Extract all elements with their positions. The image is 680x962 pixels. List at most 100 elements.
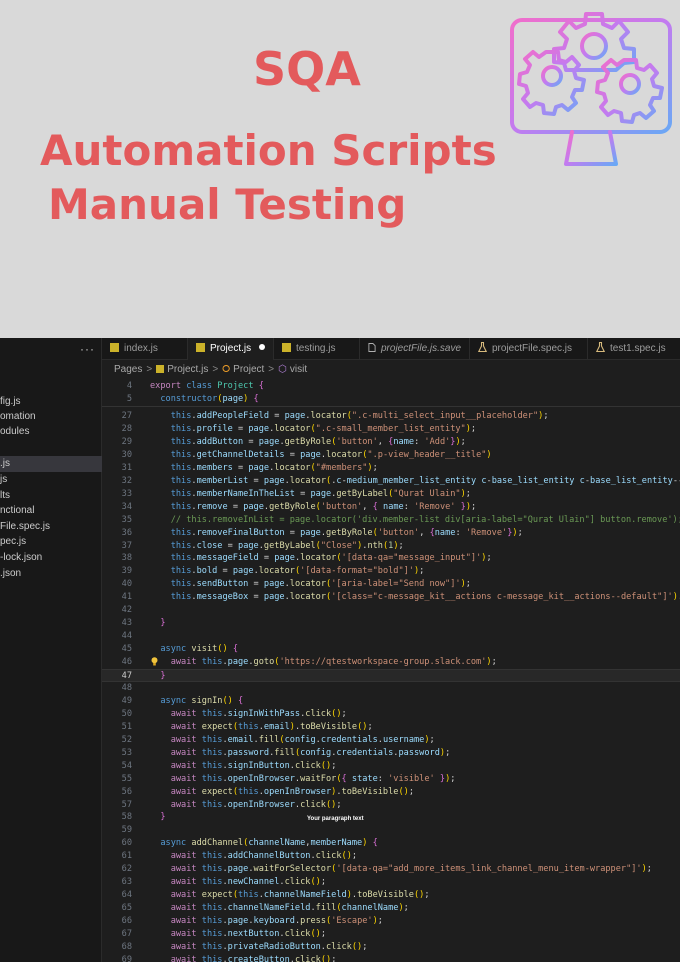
code-line[interactable]: 54 await this.signInButton.click(); bbox=[102, 760, 680, 773]
line-number: 41 bbox=[121, 592, 132, 603]
code-line[interactable]: 44 bbox=[102, 630, 680, 643]
js-icon bbox=[156, 365, 165, 373]
code-line[interactable]: 28 this.profile = page.locator(".c-small… bbox=[102, 423, 680, 436]
code-line[interactable]: 35 // this.removeInList = page.locator('… bbox=[102, 514, 680, 527]
code-line[interactable]: 45 async visit() { bbox=[102, 643, 680, 656]
code-text: await this.signInButton.click(); bbox=[170, 760, 337, 771]
code-line[interactable]: 39 this.bold = page.locator('[data-forma… bbox=[102, 565, 680, 578]
code-line[interactable]: 50 await this.signInWithPass.click(); bbox=[102, 708, 680, 721]
breadcrumb-method[interactable]: visit bbox=[290, 364, 307, 375]
code-line[interactable]: 46 await this.page.goto('https://qtestwo… bbox=[102, 656, 680, 669]
code-line[interactable]: 43 } bbox=[102, 617, 680, 630]
line-number: 57 bbox=[121, 799, 132, 810]
code-line[interactable]: 55 await this.openInBrowser.waitFor({ st… bbox=[102, 773, 680, 786]
tab-project-js[interactable]: Project.js bbox=[188, 338, 274, 360]
line-number: 36 bbox=[121, 527, 132, 538]
line-number: 49 bbox=[121, 695, 132, 706]
line-number: 64 bbox=[121, 890, 132, 901]
tab-projectfile-spec[interactable]: projectFile.spec.js bbox=[470, 338, 588, 360]
code-line[interactable]: 66 await this.page.keyboard.press('Escap… bbox=[102, 915, 680, 928]
code-line[interactable]: 62 await this.page.waitForSelector('[dat… bbox=[102, 863, 680, 876]
code-line[interactable]: 32 this.memberList = page.locator(.c-med… bbox=[102, 475, 680, 488]
code-line[interactable]: 57 await this.openInBrowser.click(); bbox=[102, 799, 680, 812]
line-number: 37 bbox=[121, 540, 132, 551]
code-line[interactable]: 63 await this.newChannel.click(); bbox=[102, 876, 680, 889]
line-number: 5 bbox=[126, 394, 132, 404]
breadcrumb-pages[interactable]: Pages bbox=[114, 364, 142, 375]
breadcrumb-file[interactable]: Project.js bbox=[167, 364, 208, 375]
gear-monitor-icon bbox=[510, 12, 672, 174]
code-line[interactable]: 5 constructor(page) { bbox=[102, 393, 680, 406]
code-line[interactable]: 30 this.getChannelDetails = page.locator… bbox=[102, 449, 680, 462]
code-line[interactable]: 56 await expect(this.openInBrowser).toBe… bbox=[102, 786, 680, 799]
code-line[interactable]: 34 this.remove = page.getByRole('button'… bbox=[102, 501, 680, 514]
breadcrumb-class[interactable]: Project bbox=[233, 364, 264, 375]
code-text: this.messageBox = page.locator('[class="… bbox=[170, 592, 680, 603]
line-number: 40 bbox=[121, 579, 132, 590]
code-line[interactable]: 4 export class Project { bbox=[102, 380, 680, 393]
code-line[interactable]: 27 this.addPeopleField = page.locator(".… bbox=[102, 410, 680, 423]
code-line[interactable]: 37 this.close = page.getByLabel("Close")… bbox=[102, 540, 680, 553]
explorer-item[interactable]: .json bbox=[0, 566, 102, 582]
flask-icon bbox=[478, 342, 487, 352]
line-number: 31 bbox=[121, 462, 132, 473]
code-text: this.memberNameInTheList = page.getByLab… bbox=[170, 488, 471, 499]
code-line[interactable]: 53 await this.password.fill(config.crede… bbox=[102, 747, 680, 760]
explorer-item[interactable]: File.spec.js bbox=[0, 519, 102, 535]
code-line[interactable]: 61 await this.addChannelButton.click(); bbox=[102, 850, 680, 863]
code-line[interactable]: 36 this.removeFinalButton = page.getByRo… bbox=[102, 527, 680, 540]
code-line[interactable]: 48 bbox=[102, 682, 680, 695]
code-line[interactable]: 52 await this.email.fill(config.credenti… bbox=[102, 734, 680, 747]
code-line[interactable]: 65 await this.channelNameField.fill(chan… bbox=[102, 902, 680, 915]
code-text: } bbox=[160, 618, 166, 629]
explorer-item[interactable]: -lock.json bbox=[0, 550, 102, 566]
code-text: await this.channelNameField.fill(channel… bbox=[170, 903, 409, 914]
lightbulb-icon[interactable] bbox=[151, 657, 158, 666]
code-text: this.getChannelDetails = page.locator(".… bbox=[170, 449, 492, 460]
code-text: this.sendButton = page.locator('[aria-la… bbox=[170, 579, 471, 590]
explorer-item[interactable]: odules bbox=[0, 424, 102, 440]
code-line[interactable]: 40 this.sendButton = page.locator('[aria… bbox=[102, 578, 680, 591]
line-number: 63 bbox=[121, 877, 132, 888]
explorer-item[interactable]: pec.js bbox=[0, 534, 102, 550]
explorer-item[interactable]: nctional bbox=[0, 503, 102, 519]
code-line[interactable]: 38 this.messageField = page.locator('[da… bbox=[102, 552, 680, 565]
line-number: 46 bbox=[121, 657, 132, 668]
code-line[interactable]: 29 this.addButton = page.getByRole('butt… bbox=[102, 436, 680, 449]
code-line[interactable]: 59 bbox=[102, 824, 680, 837]
code-line[interactable]: 58 } bbox=[102, 811, 680, 824]
code-line[interactable]: 64 await expect(this.channelNameField).t… bbox=[102, 889, 680, 902]
code-text: // this.removeInList = page.locator('div… bbox=[150, 514, 680, 525]
code-line[interactable]: 51 await expect(this.email).toBeVisible(… bbox=[102, 721, 680, 734]
more-actions-icon[interactable]: ··· bbox=[80, 342, 95, 356]
unsaved-dot-icon[interactable] bbox=[259, 344, 266, 350]
code-line[interactable]: 60 async addChannel(channelName,memberNa… bbox=[102, 837, 680, 850]
banner-subtitle-automation: Automation Scripts bbox=[40, 126, 497, 175]
line-number: 43 bbox=[121, 618, 132, 629]
line-number: 60 bbox=[121, 838, 132, 849]
code-line[interactable]: 33 this.memberNameInTheList = page.getBy… bbox=[102, 488, 680, 501]
code-line[interactable]: 42 bbox=[102, 604, 680, 617]
code-line[interactable]: 47 } bbox=[102, 669, 680, 682]
explorer-item[interactable]: fig.js bbox=[0, 394, 102, 410]
tab-index-js[interactable]: index.js bbox=[102, 338, 188, 360]
code-line[interactable]: 41 this.messageBox = page.locator('[clas… bbox=[102, 591, 680, 604]
tab-test1-spec[interactable]: test1.spec.js bbox=[588, 338, 680, 360]
explorer-item[interactable]: lts bbox=[0, 488, 102, 504]
code-text: await this.signInWithPass.click(); bbox=[170, 708, 347, 719]
code-line[interactable]: 49 async signIn() { bbox=[102, 695, 680, 708]
explorer-item[interactable]: js bbox=[0, 472, 102, 488]
code-line[interactable]: 67 await this.nextButton.click(); bbox=[102, 928, 680, 941]
code-area[interactable]: 4 export class Project {5 constructor(pag… bbox=[102, 378, 680, 962]
explorer-item[interactable]: omation bbox=[0, 409, 102, 425]
code-text: async signIn() { bbox=[160, 695, 244, 706]
tab-testing-js[interactable]: testing.js bbox=[274, 338, 360, 360]
code-text: this.addPeopleField = page.locator(".c-m… bbox=[170, 411, 549, 421]
code-line[interactable]: 68 await this.privateRadioButton.click()… bbox=[102, 941, 680, 954]
code-text: await this.newChannel.click(); bbox=[170, 877, 327, 888]
code-line[interactable]: 31 this.members = page.locator("#members… bbox=[102, 462, 680, 475]
code-line[interactable]: 69 await this.createButton.click(); bbox=[102, 954, 680, 962]
tab-projectfile-save[interactable]: projectFile.js.save bbox=[360, 338, 470, 360]
code-text: export class Project { bbox=[150, 381, 264, 391]
explorer-item-selected[interactable]: .js bbox=[0, 456, 102, 472]
